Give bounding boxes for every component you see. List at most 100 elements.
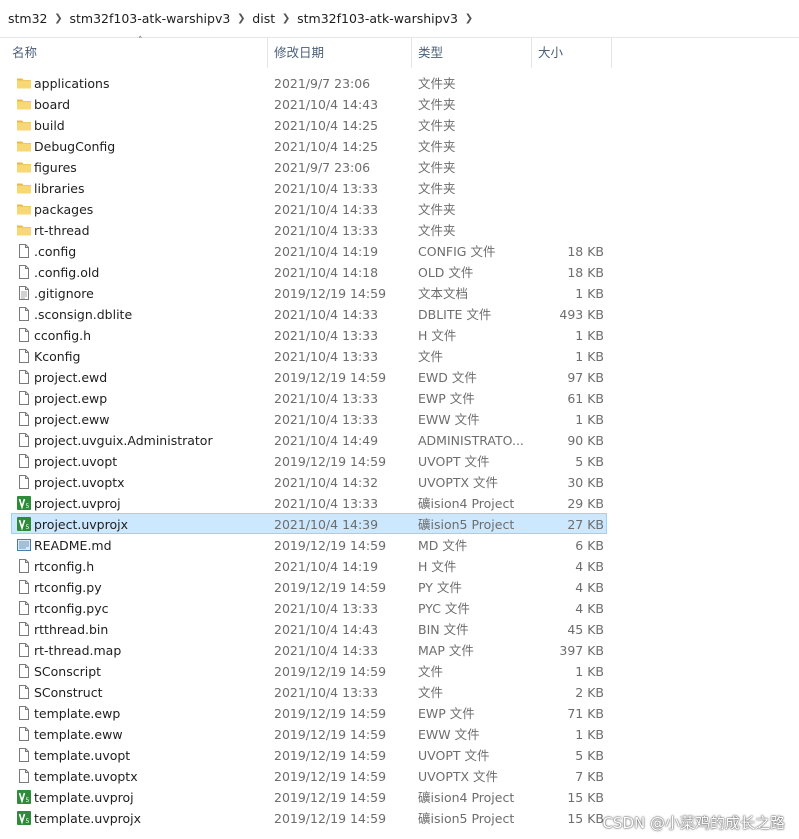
- breadcrumb-item-warshipv3[interactable]: stm32f103-atk-warshipv3: [66, 11, 235, 26]
- file-icon: [16, 600, 32, 616]
- file-type: 礦ision5 Project: [418, 811, 515, 826]
- file-row[interactable]: 5 template.uvprojx 2019/12/19 14:59 礦ision5…: [11, 807, 607, 828]
- keil-project-icon: 5: [16, 810, 32, 826]
- column-header-size[interactable]: 大小: [532, 38, 612, 68]
- file-size: 71 KB: [567, 706, 604, 721]
- file-row[interactable]: SConstruct 2021/10/4 13:33 文件 2 KB: [11, 681, 607, 702]
- file-name: template.eww: [34, 727, 123, 742]
- file-name: rtconfig.py: [34, 580, 102, 595]
- file-row[interactable]: build 2021/10/4 14:25 文件夹: [11, 114, 607, 135]
- column-header-type[interactable]: 类型: [412, 38, 532, 68]
- file-row[interactable]: 5 template.uvproj 2019/12/19 14:59 礦ision4 …: [11, 786, 607, 807]
- file-type: OLD 文件: [418, 265, 474, 280]
- file-row[interactable]: figures 2021/9/7 23:06 文件夹: [11, 156, 607, 177]
- file-icon: [16, 684, 32, 700]
- chevron-right-icon[interactable]: ❯: [234, 13, 248, 24]
- file-row[interactable]: template.ewp 2019/12/19 14:59 EWP 文件 71 KB: [11, 702, 607, 723]
- file-row[interactable]: .gitignore 2019/12/19 14:59 文本文档 1 KB: [11, 282, 607, 303]
- file-name: rtconfig.pyc: [34, 601, 109, 616]
- file-date: 2019/12/19 14:59: [274, 370, 387, 385]
- file-size: 5 KB: [575, 454, 604, 469]
- file-row[interactable]: packages 2021/10/4 14:33 文件夹: [11, 198, 607, 219]
- breadcrumb-item-dist[interactable]: dist: [248, 11, 279, 26]
- file-date: 2021/10/4 14:49: [274, 433, 379, 448]
- file-row[interactable]: rt-thread.map 2021/10/4 14:33 MAP 文件 397 KB: [11, 639, 607, 660]
- file-row[interactable]: project.uvguix.Administrator 2021/10/4 14…: [11, 429, 607, 450]
- file-type: 文件: [418, 685, 444, 700]
- column-header-name[interactable]: 名称 ˄: [6, 36, 268, 68]
- file-row[interactable]: README.md 2019/12/19 14:59 MD 文件 6 KB: [11, 534, 607, 555]
- file-row[interactable]: SConscript 2019/12/19 14:59 文件 1 KB: [11, 660, 607, 681]
- file-name: template.uvprojx: [34, 811, 142, 826]
- file-row[interactable]: project.ewp 2021/10/4 13:33 EWP 文件 61 KB: [11, 387, 607, 408]
- file-name: rtthread.bin: [34, 622, 109, 637]
- file-row[interactable]: .config.old 2021/10/4 14:18 OLD 文件 18 KB: [11, 261, 607, 282]
- file-row[interactable]: project.ewd 2019/12/19 14:59 EWD 文件 97 KB: [11, 366, 607, 387]
- file-row[interactable]: 5 project.uvprojx 2021/10/4 14:39 礦ision5 P…: [11, 513, 607, 534]
- column-header-date[interactable]: 修改日期: [268, 38, 412, 68]
- file-type: H 文件: [418, 559, 457, 574]
- file-date: 2021/10/4 13:33: [274, 349, 379, 364]
- svg-text:5: 5: [26, 503, 30, 510]
- file-row[interactable]: 5 project.uvproj 2021/10/4 13:33 礦ision4 Pr…: [11, 492, 607, 513]
- file-name: template.ewp: [34, 706, 121, 721]
- file-row[interactable]: rtthread.bin 2021/10/4 14:43 BIN 文件 45 KB: [11, 618, 607, 639]
- file-icon: [16, 432, 32, 448]
- file-size: 90 KB: [567, 433, 604, 448]
- file-size: 493 KB: [559, 307, 604, 322]
- breadcrumb-item-stm32[interactable]: stm32: [4, 11, 52, 26]
- file-name: README.md: [34, 538, 112, 553]
- file-name: rtconfig.h: [34, 559, 95, 574]
- file-row[interactable]: .sconsign.dblite 2021/10/4 14:33 DBLITE 文件…: [11, 303, 607, 324]
- file-size: 29 KB: [567, 496, 604, 511]
- file-date: 2019/12/19 14:59: [274, 286, 387, 301]
- file-name: libraries: [34, 181, 85, 196]
- file-name: project.ewp: [34, 391, 108, 406]
- file-type: UVOPTX 文件: [418, 769, 499, 784]
- file-name: project.eww: [34, 412, 110, 427]
- file-type: 文件夹: [418, 160, 456, 175]
- chevron-right-icon[interactable]: ❯: [52, 13, 66, 24]
- file-row[interactable]: project.eww 2021/10/4 13:33 EWW 文件 1 KB: [11, 408, 607, 429]
- keil-project-icon: 5: [16, 789, 32, 805]
- file-type: PY 文件: [418, 580, 462, 595]
- text-file-icon: [16, 285, 32, 301]
- file-type: 礦ision5 Project: [418, 517, 515, 532]
- file-type: 文件夹: [418, 76, 456, 91]
- file-row[interactable]: applications 2021/9/7 23:06 文件夹: [11, 72, 607, 93]
- file-row[interactable]: Kconfig 2021/10/4 13:33 文件 1 KB: [11, 345, 607, 366]
- file-row[interactable]: rtconfig.h 2021/10/4 14:19 H 文件 4 KB: [11, 555, 607, 576]
- file-icon: [16, 411, 32, 427]
- file-size: 4 KB: [575, 601, 604, 616]
- file-row[interactable]: template.eww 2019/12/19 14:59 EWW 文件 1 KB: [11, 723, 607, 744]
- file-size: 30 KB: [567, 475, 604, 490]
- file-row[interactable]: cconfig.h 2021/10/4 13:33 H 文件 1 KB: [11, 324, 607, 345]
- file-date: 2019/12/19 14:59: [274, 748, 387, 763]
- file-icon: [16, 453, 32, 469]
- file-row[interactable]: .config 2021/10/4 14:19 CONFIG 文件 18 KB: [11, 240, 607, 261]
- file-icon: [16, 243, 32, 259]
- file-row[interactable]: project.uvopt 2019/12/19 14:59 UVOPT 文件 5 K…: [11, 450, 607, 471]
- file-row[interactable]: project.uvoptx 2021/10/4 14:32 UVOPTX 文件 30…: [11, 471, 607, 492]
- file-type: MD 文件: [418, 538, 468, 553]
- file-name: figures: [34, 160, 77, 175]
- file-row[interactable]: template.uvoptx 2019/12/19 14:59 UVOPTX 文件…: [11, 765, 607, 786]
- file-row[interactable]: rtconfig.pyc 2021/10/4 13:33 PYC 文件 4 KB: [11, 597, 607, 618]
- file-row[interactable]: libraries 2021/10/4 13:33 文件夹: [11, 177, 607, 198]
- chevron-right-icon[interactable]: ❯: [279, 13, 293, 24]
- file-date: 2021/10/4 13:33: [274, 412, 379, 427]
- file-row[interactable]: board 2021/10/4 14:43 文件夹: [11, 93, 607, 114]
- svg-text:5: 5: [26, 818, 30, 825]
- file-row[interactable]: DebugConfig 2021/10/4 14:25 文件夹: [11, 135, 607, 156]
- file-name: cconfig.h: [34, 328, 92, 343]
- file-type: UVOPT 文件: [418, 454, 490, 469]
- file-size: 45 KB: [567, 622, 604, 637]
- folder-icon: [16, 222, 32, 238]
- file-date: 2019/12/19 14:59: [274, 580, 387, 595]
- file-row[interactable]: template.uvopt 2019/12/19 14:59 UVOPT 文件 5 …: [11, 744, 607, 765]
- breadcrumb-item-current[interactable]: stm32f103-atk-warshipv3: [293, 11, 462, 26]
- file-row[interactable]: rt-thread 2021/10/4 13:33 文件夹: [11, 219, 607, 240]
- file-row[interactable]: rtconfig.py 2019/12/19 14:59 PY 文件 4 KB: [11, 576, 607, 597]
- file-type: 文件夹: [418, 118, 456, 133]
- chevron-right-icon[interactable]: ❯: [462, 13, 476, 24]
